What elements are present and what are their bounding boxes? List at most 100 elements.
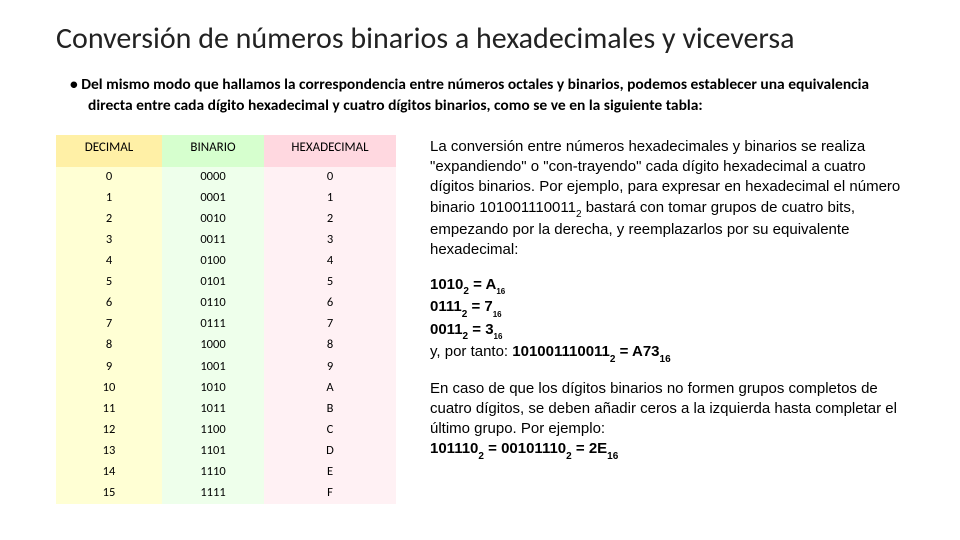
conversion-table-wrap: DECIMAL BINARIO HEXADECIMAL 000000100011… [56, 135, 396, 504]
table-row: 131101D [56, 441, 396, 462]
cell-hexadecimal: 2 [264, 209, 396, 230]
eq1-c-eq: = 3 [468, 321, 493, 338]
cell-binario: 0110 [162, 293, 264, 314]
cell-binario: 0011 [162, 230, 264, 251]
eq1-b: 0111 [430, 298, 462, 315]
cell-decimal: 4 [56, 251, 162, 272]
table-row: 501015 [56, 272, 396, 293]
eq1-a: 1010 [430, 276, 463, 293]
eq2-c: = 2E [572, 440, 607, 457]
cell-binario: 1101 [162, 441, 264, 462]
slide: Conversión de números binarios a hexadec… [0, 0, 960, 540]
cell-decimal: 7 [56, 314, 162, 335]
cell-binario: 1100 [162, 420, 264, 441]
cell-decimal: 10 [56, 377, 162, 398]
cell-decimal: 0 [56, 167, 162, 188]
cell-decimal: 12 [56, 420, 162, 441]
page-title: Conversión de números binarios a hexadec… [56, 20, 904, 57]
cell-binario: 0000 [162, 167, 264, 188]
eq2-a-sub: 2 [478, 451, 484, 462]
col-header-hexadecimal: HEXADECIMAL [264, 135, 396, 167]
explanation-paragraph-2: En caso de que los dígitos binarios no f… [430, 379, 904, 462]
cell-hexadecimal: E [264, 462, 396, 483]
table-row: 601106 [56, 293, 396, 314]
table-row: 300113 [56, 230, 396, 251]
cell-hexadecimal: F [264, 483, 396, 504]
table-row: 200102 [56, 209, 396, 230]
cell-decimal: 9 [56, 356, 162, 377]
content-row: DECIMAL BINARIO HEXADECIMAL 000000100011… [56, 135, 904, 504]
cell-hexadecimal: A [264, 377, 396, 398]
table-row: 401004 [56, 251, 396, 272]
eq1-c: 0011 [430, 321, 463, 338]
table-row: 810008 [56, 335, 396, 356]
cell-binario: 1000 [162, 335, 264, 356]
cell-binario: 0111 [162, 314, 264, 335]
cell-binario: 0101 [162, 272, 264, 293]
table-row: 151111F [56, 483, 396, 504]
cell-binario: 1011 [162, 399, 264, 420]
cell-decimal: 3 [56, 230, 162, 251]
cell-hexadecimal: D [264, 441, 396, 462]
eq1-a-rsub: 16 [496, 287, 505, 296]
col-header-decimal: DECIMAL [56, 135, 162, 167]
cell-binario: 1001 [162, 356, 264, 377]
table-row: 111011B [56, 399, 396, 420]
cell-hexadecimal: 3 [264, 230, 396, 251]
cell-hexadecimal: 7 [264, 314, 396, 335]
cell-decimal: 1 [56, 188, 162, 209]
table-row: 141110E [56, 462, 396, 483]
table-row: 910019 [56, 356, 396, 377]
cell-binario: 1110 [162, 462, 264, 483]
cell-binario: 0010 [162, 209, 264, 230]
p2-text: En caso de que los dígitos binarios no f… [430, 380, 897, 438]
eq1-d-pre: y, por tanto: [430, 343, 512, 360]
table-row: 701117 [56, 314, 396, 335]
cell-hexadecimal: 4 [264, 251, 396, 272]
eq1-d: 101001110011 [512, 343, 610, 360]
eq1-a-eq: = A [469, 276, 496, 293]
col-header-binario: BINARIO [162, 135, 264, 167]
eq2-b-sub: 2 [566, 451, 572, 462]
cell-hexadecimal: 1 [264, 188, 396, 209]
intro-bullet: Del mismo modo que hallamos la correspon… [56, 75, 904, 117]
eq1-c-rsub: 16 [494, 332, 503, 341]
cell-decimal: 5 [56, 272, 162, 293]
explanation-column: La conversión entre números hexadecimale… [430, 135, 904, 504]
eq1-b-rsub: 16 [493, 310, 502, 319]
eq1-b-sub: 2 [462, 309, 468, 320]
eq1-d-sub: 2 [610, 354, 616, 365]
cell-decimal: 11 [56, 399, 162, 420]
eq1-b-eq: = 7 [467, 298, 492, 315]
eq1-a-sub: 2 [463, 286, 469, 297]
cell-binario: 1010 [162, 377, 264, 398]
table-header-row: DECIMAL BINARIO HEXADECIMAL [56, 135, 396, 167]
table-row: 000000 [56, 167, 396, 188]
cell-binario: 0100 [162, 251, 264, 272]
cell-decimal: 14 [56, 462, 162, 483]
eq1-d-rsub: 16 [660, 354, 671, 365]
cell-hexadecimal: 9 [264, 356, 396, 377]
cell-decimal: 13 [56, 441, 162, 462]
cell-hexadecimal: 0 [264, 167, 396, 188]
cell-hexadecimal: 8 [264, 335, 396, 356]
conversion-table: DECIMAL BINARIO HEXADECIMAL 000000100011… [56, 135, 396, 504]
cell-decimal: 2 [56, 209, 162, 230]
explanation-paragraph-1: La conversión entre números hexadecimale… [430, 137, 904, 261]
table-row: 101010A [56, 377, 396, 398]
cell-decimal: 15 [56, 483, 162, 504]
cell-hexadecimal: 6 [264, 293, 396, 314]
table-row: 100011 [56, 188, 396, 209]
eq1-d-eq: = A73 [615, 343, 659, 360]
eq2-c-sub: 16 [607, 451, 618, 462]
cell-binario: 1111 [162, 483, 264, 504]
equations-block-1: 10102 = A16 01112 = 716 00112 = 316 y, p… [430, 275, 904, 365]
cell-decimal: 6 [56, 293, 162, 314]
table-row: 121100C [56, 420, 396, 441]
eq2-a: 101110 [430, 440, 478, 457]
eq2-b: = 00101110 [484, 440, 566, 457]
cell-hexadecimal: B [264, 399, 396, 420]
cell-decimal: 8 [56, 335, 162, 356]
cell-binario: 0001 [162, 188, 264, 209]
p1-sub: 2 [576, 209, 582, 220]
